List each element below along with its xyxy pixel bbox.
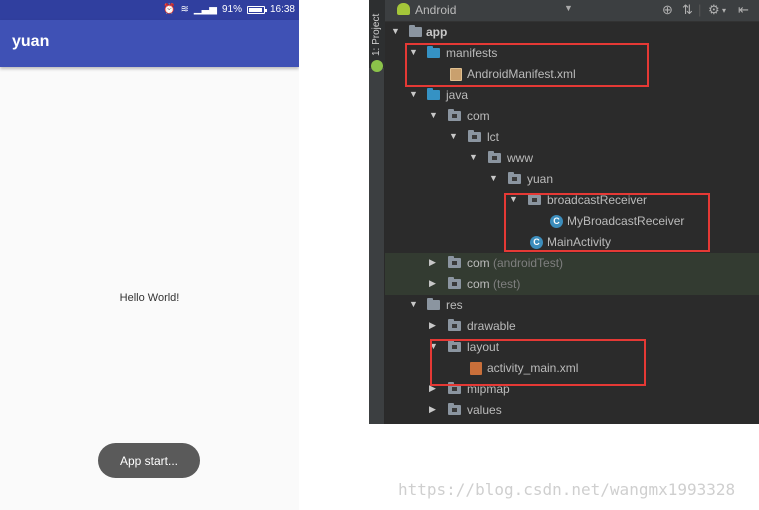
android-icon	[397, 3, 410, 15]
expand-arrow-icon[interactable]: ▼	[489, 173, 498, 183]
package-icon	[448, 109, 461, 121]
tree-item-label: drawable	[467, 319, 516, 333]
expand-arrow-icon[interactable]: ▼	[409, 299, 418, 309]
expand-arrow-icon[interactable]: ▼	[469, 152, 478, 162]
tree-item-res[interactable]: ▼ res	[385, 295, 759, 316]
package-name: com	[467, 256, 490, 270]
resource-folder-icon	[427, 298, 440, 310]
ide-project-panel: 1: Project Android ▼ ⊕ ⇅ | ⚙ ▾ ⇤ ▼ app ▼…	[369, 0, 759, 424]
app-title: yuan	[12, 33, 50, 50]
project-toolbar: Android ▼ ⊕ ⇅ | ⚙ ▾ ⇤	[385, 0, 759, 22]
folder-icon	[427, 88, 440, 100]
tree-item-label: lct	[487, 130, 499, 144]
alarm-icon: ⏰	[163, 4, 176, 15]
tree-item-lct[interactable]: ▼ lct	[385, 127, 759, 148]
expand-arrow-icon[interactable]: ▼	[429, 110, 438, 120]
expand-arrow-icon[interactable]: ▼	[409, 89, 418, 99]
tree-item-label: app	[426, 25, 448, 39]
hello-world-text: Hello World!	[119, 292, 180, 304]
gear-icon[interactable]: ⚙	[708, 2, 720, 18]
package-icon	[508, 172, 521, 184]
tree-item-label: com (androidTest)	[467, 256, 563, 270]
collapse-all-icon[interactable]: ⇅	[682, 2, 693, 18]
folder-icon	[448, 319, 461, 331]
clock-time: 16:38	[269, 4, 295, 15]
gear-dropdown-icon[interactable]: ▾	[722, 6, 726, 15]
tree-item-com-test[interactable]: ▶ com (test)	[385, 274, 759, 295]
package-icon	[468, 130, 481, 142]
android-icon	[371, 60, 383, 72]
tree-item-label: res	[446, 298, 463, 312]
package-icon	[448, 277, 461, 289]
expand-arrow-icon[interactable]: ▶	[429, 257, 436, 268]
tree-item-label: com (test)	[467, 277, 520, 291]
app-bar: yuan	[0, 20, 299, 67]
tree-item-values[interactable]: ▶ values	[385, 400, 759, 421]
project-tool-tab-label[interactable]: 1: Project	[371, 14, 382, 56]
battery-icon	[246, 6, 267, 14]
package-icon	[448, 256, 461, 268]
expand-arrow-icon[interactable]: ▼	[449, 131, 458, 141]
tree-item-com-android-test[interactable]: ▶ com (androidTest)	[385, 253, 759, 274]
tree-item-com[interactable]: ▼ com	[385, 106, 759, 127]
tree-item-drawable[interactable]: ▶ drawable	[385, 316, 759, 337]
tree-item-app[interactable]: ▼ app	[385, 22, 759, 43]
highlight-box-broadcast-receiver	[504, 193, 710, 252]
tree-item-label: com	[467, 109, 490, 123]
watermark-url: https://blog.csdn.net/wangmx1993328	[398, 480, 736, 499]
tree-item-yuan[interactable]: ▼ yuan	[385, 169, 759, 190]
tree-item-label: values	[467, 403, 502, 417]
toast-message: App start...	[98, 443, 200, 478]
highlight-box-manifests	[405, 43, 649, 87]
highlight-box-layout	[430, 339, 646, 386]
expand-arrow-icon[interactable]: ▶	[429, 278, 436, 289]
expand-arrow-icon[interactable]: ▶	[429, 320, 436, 331]
package-suffix: (test)	[493, 277, 521, 291]
module-folder-icon	[409, 25, 422, 37]
locate-icon[interactable]: ⊕	[662, 2, 673, 18]
phone-screen: ⏰ ≋ ▁▃▅ 91% 16:38 yuan Hello World! App …	[0, 0, 299, 510]
tree-item-label: www	[507, 151, 533, 165]
status-bar: ⏰ ≋ ▁▃▅ 91% 16:38	[0, 0, 299, 20]
package-name: com	[467, 277, 490, 291]
tree-item-label: yuan	[527, 172, 554, 186]
view-selector[interactable]: Android	[415, 3, 456, 17]
expand-arrow-icon[interactable]: ▼	[391, 26, 400, 36]
package-icon	[488, 151, 501, 163]
tree-item-label: java	[446, 88, 469, 102]
expand-arrow-icon[interactable]: ▶	[429, 404, 436, 415]
signal-icon: ▁▃▅	[193, 4, 217, 15]
hide-panel-icon[interactable]: ⇤	[738, 2, 749, 18]
folder-icon	[448, 403, 461, 415]
tree-item-www[interactable]: ▼ www	[385, 148, 759, 169]
tree-item-java[interactable]: ▼ java	[385, 85, 759, 106]
battery-percent: 91%	[221, 4, 242, 15]
separator: |	[698, 2, 702, 17]
wifi-icon: ≋	[180, 4, 189, 15]
side-tool-strip: 1: Project	[369, 0, 385, 424]
chevron-down-icon[interactable]: ▼	[564, 3, 573, 13]
package-suffix: (androidTest)	[493, 256, 564, 270]
